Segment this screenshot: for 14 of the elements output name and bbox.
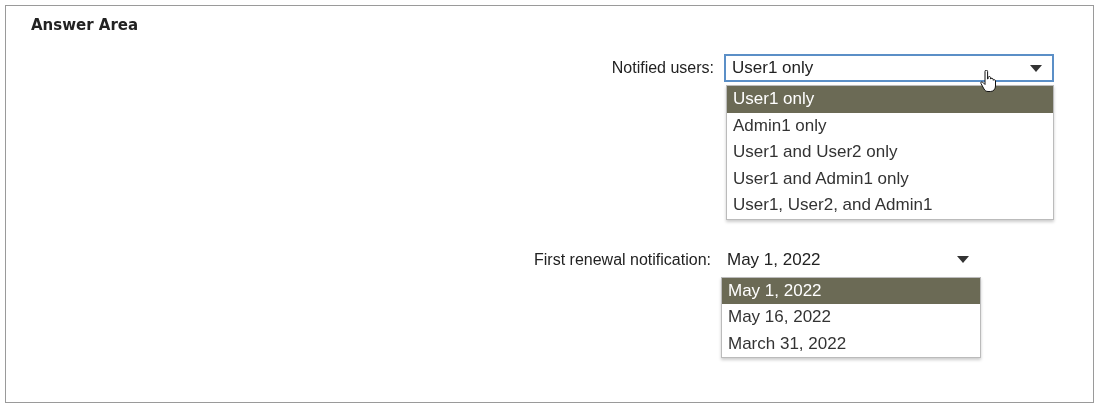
dropdown-option[interactable]: User1 and User2 only: [727, 139, 1053, 166]
dropdown-option[interactable]: User1 and Admin1 only: [727, 165, 1053, 192]
answer-area-title: Answer Area: [31, 16, 140, 34]
dropdown-option[interactable]: User1 only: [727, 86, 1053, 113]
field-label: First renewal notification:: [533, 249, 711, 270]
caret-icon: [957, 256, 969, 263]
dropdown-option[interactable]: May 16, 2022: [722, 304, 980, 331]
dropdown-option[interactable]: March 31, 2022: [722, 330, 980, 357]
caret-icon: [1030, 64, 1042, 72]
dropdown-option[interactable]: May 1, 2022: [722, 277, 980, 304]
dropdown-option[interactable]: User1, User2, and Admin1: [727, 192, 1053, 219]
dropdown-select[interactable]: May 1, 2022: [719, 245, 981, 274]
field-label: Notified users:: [610, 58, 714, 78]
dropdown-option[interactable]: Admin1 only: [727, 112, 1053, 139]
